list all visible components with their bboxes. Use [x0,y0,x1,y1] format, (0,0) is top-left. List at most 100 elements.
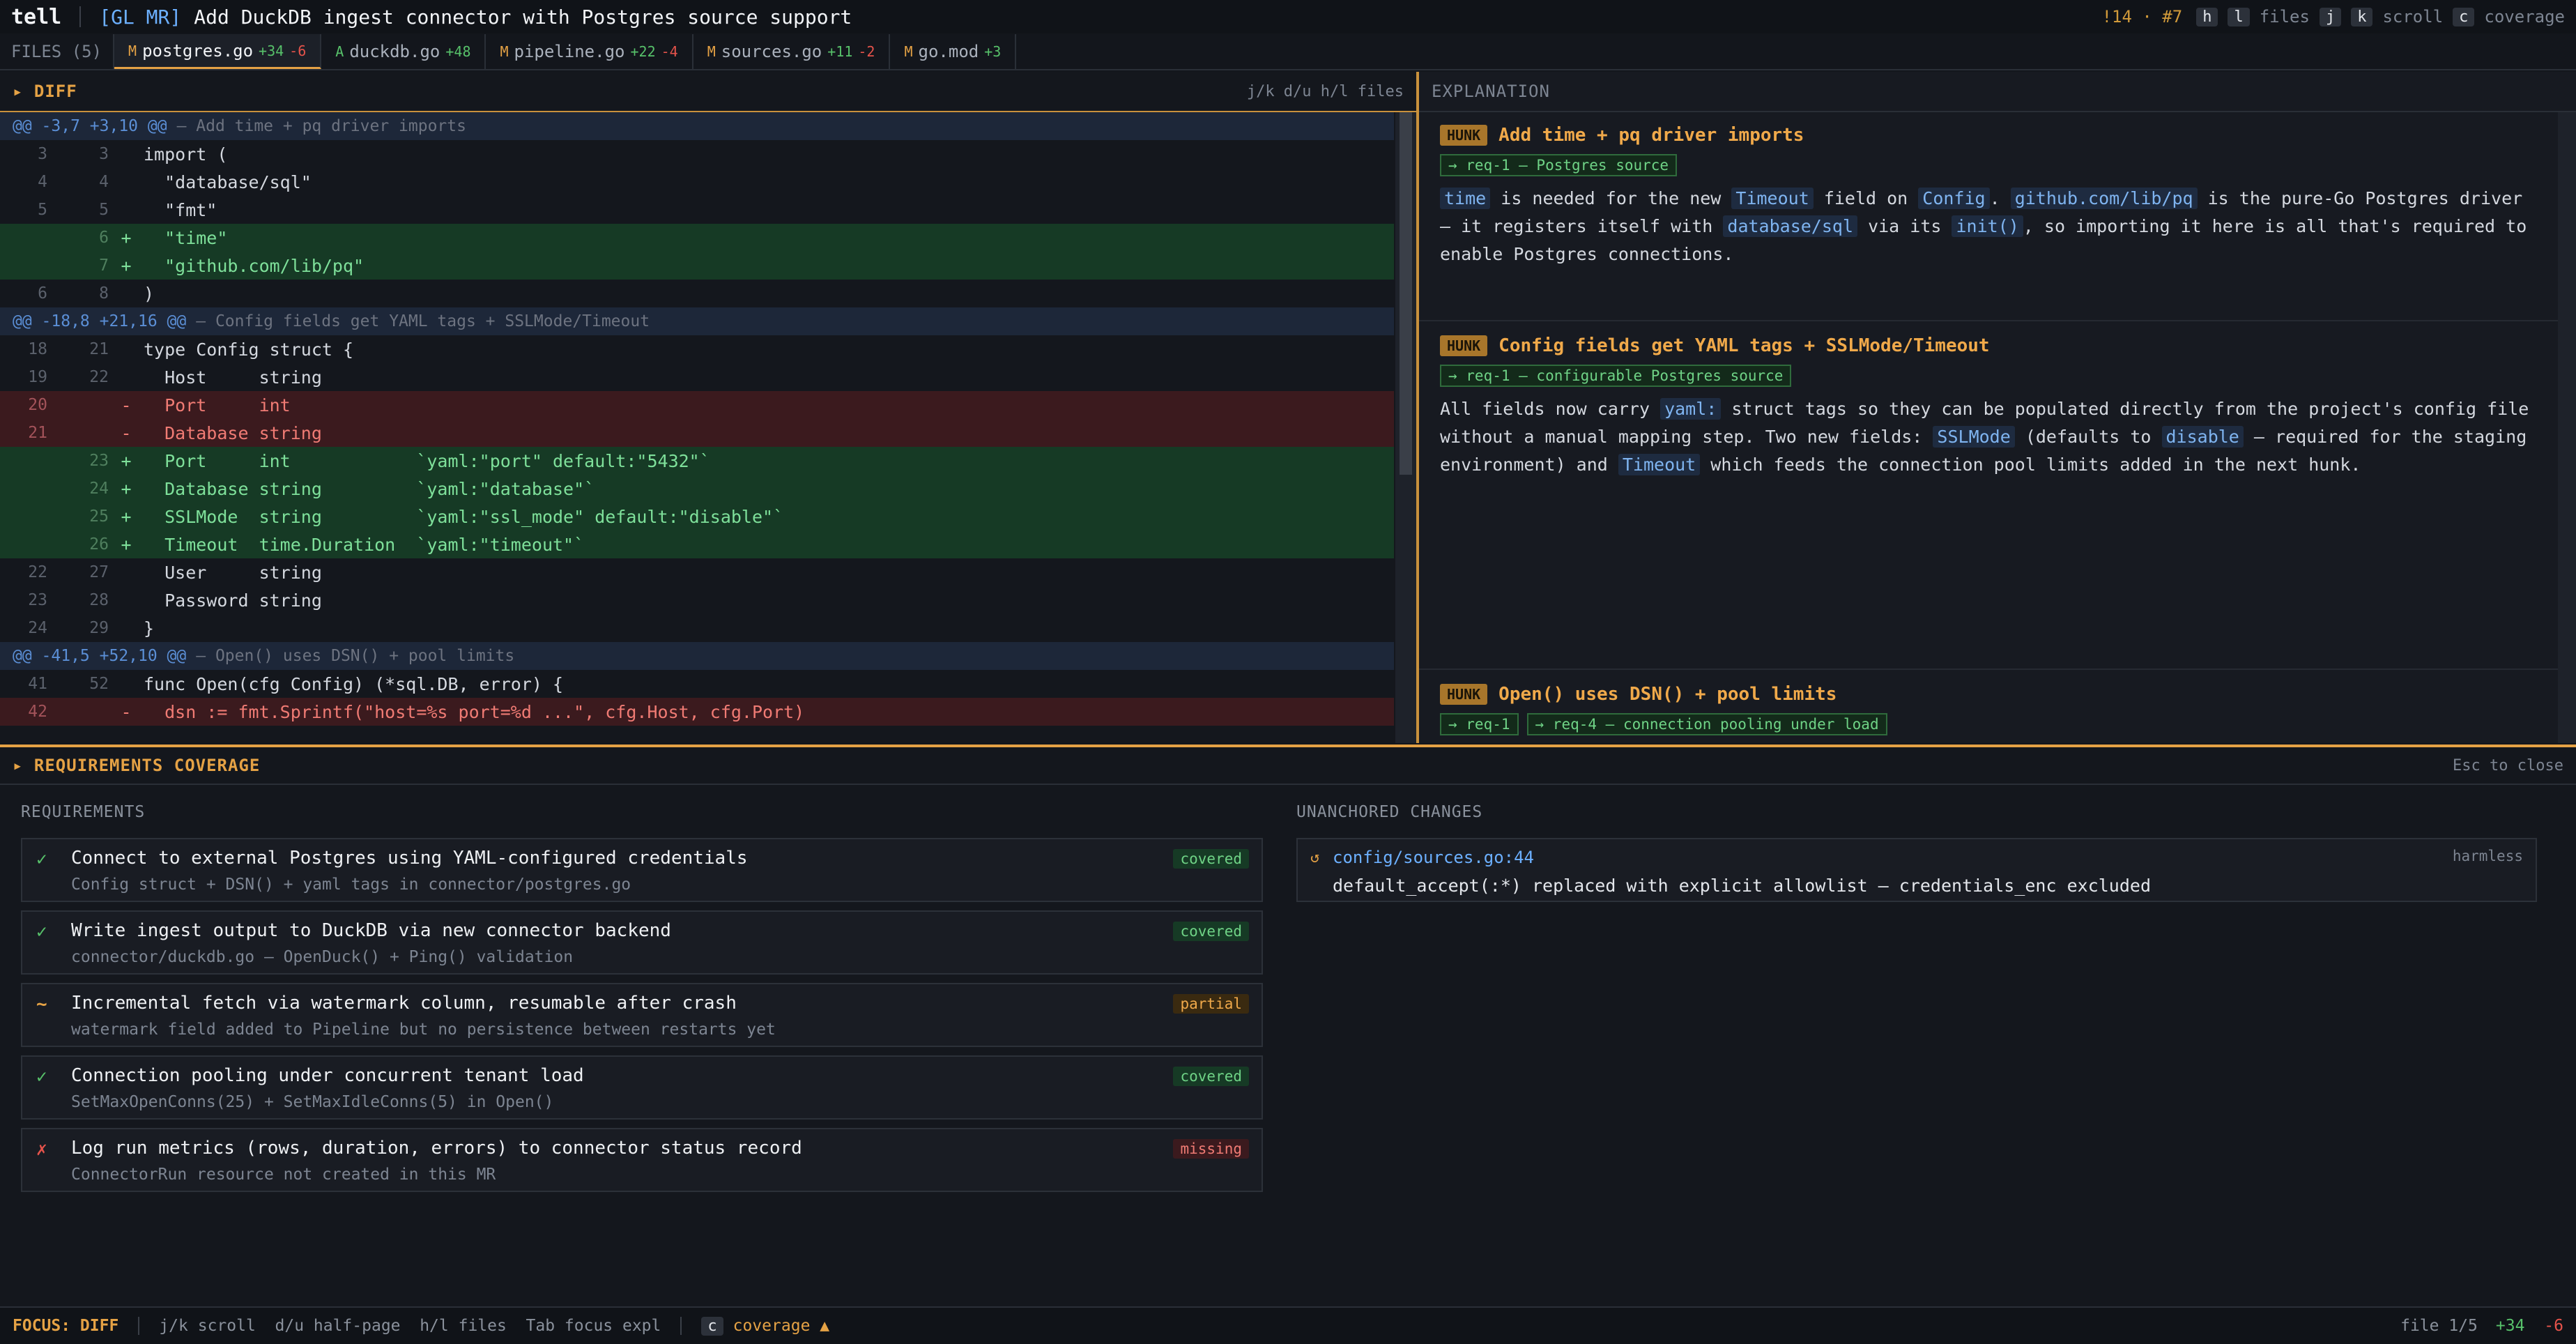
check-icon: ✓ [36,849,47,870]
diff-pane[interactable]: ▸ DIFF j/k d/u h/l files @@ -3,7 +3,10 @… [0,72,1419,743]
key-c[interactable]: c [2453,7,2475,26]
diff-line-context[interactable]: 24 29} [0,614,1394,642]
hunk-header[interactable]: @@ -41,5 +52,10 @@ — Open() uses DSN() + … [0,642,1394,670]
new-line-number: 21 [89,340,109,358]
diff-marker: + [121,478,132,499]
unanchored-description: default_accept(:*) replaced with explici… [1333,876,2151,896]
coverage-toggle[interactable]: coverage ▲ [733,1317,829,1335]
file-status-modified: M [707,43,716,60]
requirement-link[interactable]: → req-1 — Postgres source [1440,154,1678,176]
unanchored-file-link[interactable]: config/sources.go:44 [1333,848,1534,867]
requirement-link[interactable]: → req-1 — configurable Postgres source [1440,365,1792,387]
keyboard-hints: j/k scroll d/u half-page h/l files Tab f… [159,1317,661,1335]
old-line-number: 41 [28,675,47,693]
status-right: file 1/5 +34 -6 [2400,1308,2563,1344]
requirement-link[interactable]: → req-4 — connection pooling under load [1526,713,1887,735]
explanation-title: EXPLANATION [1432,82,1550,101]
diff-line-added[interactable]: 24 + Database string `yaml:"database"` [0,475,1394,503]
hunk-explanation: time is needed for the new Timeout field… [1440,188,2527,264]
tab-pipeline-go[interactable]: M pipeline.go +22 -4 [486,34,693,69]
requirement-title: Connect to external Postgres using YAML-… [71,848,748,869]
diff-line-context[interactable]: 41 52 func Open(cfg Config) (*sql.DB, erro… [0,670,1394,698]
scroll-hint: scroll [2382,7,2444,26]
file-tabs: FILES (5) M postgres.go +34 -6 A duckdb.… [0,34,2576,70]
requirement-title: Connection pooling under concurrent tena… [71,1065,584,1086]
new-line-number: 5 [99,201,109,219]
diff-line-context[interactable]: 6 8) [0,280,1394,307]
diff-header: ▸ DIFF j/k d/u h/l files [0,72,1416,112]
added-count: +3 [984,43,1002,60]
diff-line-context[interactable]: 22 27 User string [0,558,1394,586]
requirement-link[interactable]: → req-1 [1440,713,1519,735]
requirement-detail: watermark field added to Pipeline but no… [71,1021,776,1039]
diff-line-added[interactable]: 6 + "time" [0,224,1394,252]
requirement-item[interactable]: ✓ Connection pooling under concurrent ten… [21,1055,1263,1120]
check-icon: ✓ [36,922,47,942]
requirement-item[interactable]: ✓ Connect to external Postgres using YAML… [21,838,1263,902]
file-status-added: A [335,43,344,60]
explanation-pane[interactable]: EXPLANATION HUNK Add time + pq driver im… [1419,72,2576,743]
files-hint: files [2259,7,2310,26]
status-badge: covered [1173,922,1249,941]
key-hints: !14 · #7 h l files j k scroll c coverage [2102,0,2565,33]
diff-line-removed[interactable]: 42 - dsn := fmt.Sprintf("host=%s port=%d … [0,698,1394,726]
new-line-number: 28 [89,591,109,609]
requirement-item[interactable]: ~ Incremental fetch via watermark column,… [21,983,1263,1047]
check-icon: ✓ [36,1067,47,1087]
hunk-header[interactable]: @@ -3,7 +3,10 @@ — Add time + pq driver i… [0,112,1394,140]
requirement-title: Write ingest output to DuckDB via new co… [71,920,671,941]
explanation-hunk-3: HUNK Open() uses DSN() + pool limits → r… [1419,671,2558,743]
diff-line-added[interactable]: 25 + SSLMode string `yaml:"ssl_mode" defa… [0,503,1394,530]
diff-marker: + [121,255,132,276]
explanation-hunk-2: HUNK Config fields get YAML tags + SSLMo… [1419,323,2558,670]
diff-scroll-thumb[interactable] [1400,112,1412,475]
code-text: "github.com/lib/pq" [144,255,365,276]
diff-line-added[interactable]: 26 + Timeout time.Duration `yaml:"timeout… [0,530,1394,558]
tab-postgres-go[interactable]: M postgres.go +34 -6 [114,34,322,69]
unanchored-change[interactable]: ↺ config/sources.go:44 default_accept(:*… [1296,838,2537,902]
key-l[interactable]: l [2228,7,2250,26]
total-removed: -6 [2544,1317,2563,1335]
app-name: tell [11,4,62,29]
tab-sources-go[interactable]: M sources.go +11 -2 [693,34,891,69]
diff-line-removed[interactable]: 21 - Database string [0,419,1394,447]
old-line-number: 22 [28,563,47,581]
diff-line-removed[interactable]: 20 - Port int [0,391,1394,419]
key-k[interactable]: k [2351,7,2373,26]
hunk-badge: HUNK [1440,125,1488,146]
key-j[interactable]: j [2319,7,2342,26]
diff-lines: @@ -3,7 +3,10 @@ — Add time + pq driver i… [0,112,1394,726]
diff-line-context[interactable]: 19 22 Host string [0,363,1394,391]
code-text: Password string [144,590,322,611]
old-line-number: 6 [38,284,47,303]
partial-icon: ~ [36,994,47,1015]
hunk-header[interactable]: @@ -18,8 +21,16 @@ — Config fields get YA… [0,307,1394,335]
diff-scrollbar[interactable] [1395,112,1416,743]
file-position: file 1/5 [2400,1317,2478,1335]
requirement-title: Incremental fetch via watermark column, … [71,993,737,1014]
new-line-number: 4 [99,173,109,191]
requirements-coverage-panel: ▸ REQUIREMENTS COVERAGE Esc to close REQ… [0,744,2576,1309]
new-line-number: 52 [89,675,109,693]
diff-line-context[interactable]: 3 3 import ( [0,140,1394,168]
diff-line-context[interactable]: 4 4 "database/sql" [0,168,1394,196]
close-hint[interactable]: Esc to close [2453,757,2563,774]
diff-line-added[interactable]: 7 + "github.com/lib/pq" [0,252,1394,280]
diff-line-added[interactable]: 23 + Port int `yaml:"port" default:"5432"… [0,447,1394,475]
diff-line-context[interactable]: 23 28 Password string [0,586,1394,614]
tab-duckdb-go[interactable]: A duckdb.go +48 [321,34,486,69]
requirement-item[interactable]: ✓ Write ingest output to DuckDB via new c… [21,910,1263,975]
hunk-range: @@ -3,7 +3,10 @@ [13,117,167,135]
key-h[interactable]: h [2196,7,2218,26]
key-c[interactable]: c [701,1316,723,1336]
diff-line-context[interactable]: 5 5 "fmt" [0,196,1394,224]
new-line-number: 25 [89,507,109,526]
tab-go-mod[interactable]: M go.mod +3 [890,34,1017,69]
diff-marker: - [121,701,132,722]
diff-marker: - [121,422,132,443]
diff-line-context[interactable]: 18 21 type Config struct { [0,335,1394,363]
explanation-scrollbar[interactable] [2558,112,2576,743]
requirement-item[interactable]: ✗ Log run metrics (rows, duration, errors… [21,1128,1263,1192]
diff-marker: + [121,450,132,471]
new-line-number: 8 [99,284,109,303]
